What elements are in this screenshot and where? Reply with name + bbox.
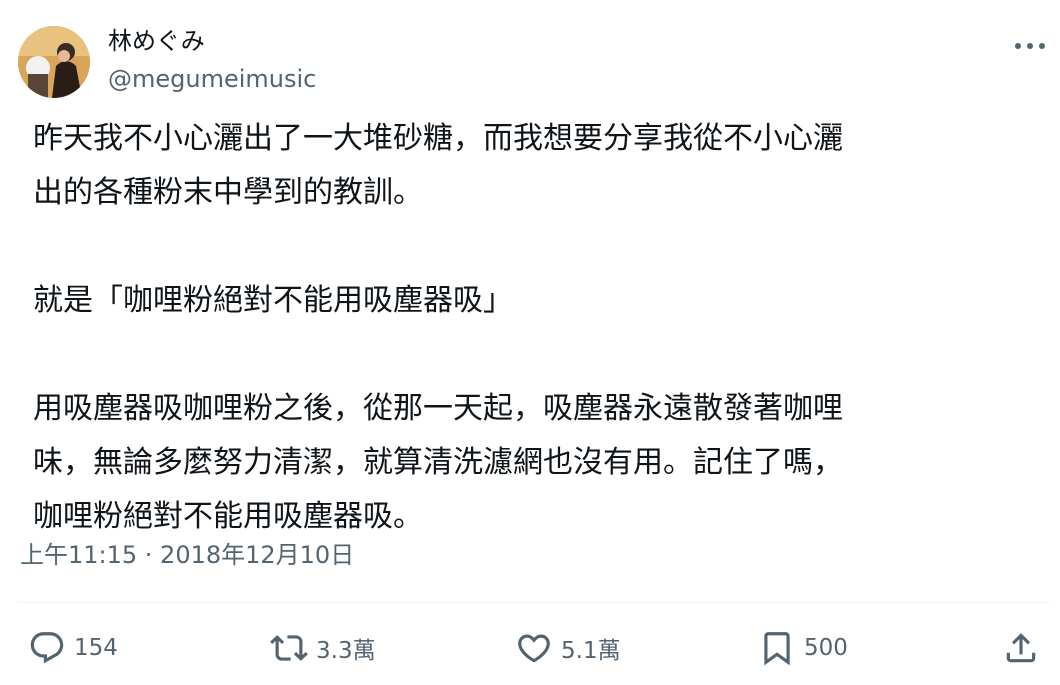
- retweet-count: 3.3萬: [316, 638, 376, 664]
- share-button[interactable]: [1002, 620, 1040, 676]
- tweet-paragraph: 昨天我不小心灑出了一大堆砂糖，而我想要分享我從不小心灑 出的各種粉末中學到的教訓…: [33, 121, 843, 210]
- action-bar: 154 3.3萬 5.1萬 500: [0, 620, 1060, 676]
- reply-button[interactable]: 154: [28, 620, 118, 676]
- retweet-icon: [270, 635, 308, 661]
- bookmark-count: 500: [804, 635, 848, 661]
- tweet-paragraph: 就是「咖哩粉絕對不能用吸塵器吸」: [33, 283, 513, 318]
- bookmark-icon: [764, 632, 790, 666]
- retweet-button[interactable]: 3.3萬: [270, 620, 376, 676]
- like-button[interactable]: 5.1萬: [515, 620, 621, 676]
- avatar[interactable]: [18, 26, 90, 98]
- user-handle[interactable]: @megumeimusic: [108, 62, 316, 96]
- display-name[interactable]: 林めぐみ: [108, 24, 316, 58]
- like-count: 5.1萬: [561, 638, 621, 664]
- bookmark-button[interactable]: 500: [758, 620, 848, 676]
- divider: [18, 602, 1050, 603]
- more-options-button[interactable]: [1012, 36, 1048, 56]
- tweet-timestamp[interactable]: 上午11:15 · 2018年12月10日: [20, 537, 354, 573]
- tweet-header: 林めぐみ @megumeimusic: [18, 22, 1048, 102]
- tweet-paragraph: 用吸塵器吸咖哩粉之後，從那一天起，吸塵器永遠散發著咖哩 味，無論多麼努力清潔，就…: [33, 391, 843, 534]
- tweet-text: 昨天我不小心灑出了一大堆砂糖，而我想要分享我從不小心灑 出的各種粉末中學到的教訓…: [33, 112, 993, 544]
- share-icon: [1006, 633, 1036, 663]
- reply-icon: [30, 632, 64, 664]
- reply-count: 154: [74, 635, 118, 661]
- more-horizontal-icon: [1015, 43, 1045, 49]
- heart-icon: [518, 634, 550, 663]
- profile-photo: [18, 26, 90, 98]
